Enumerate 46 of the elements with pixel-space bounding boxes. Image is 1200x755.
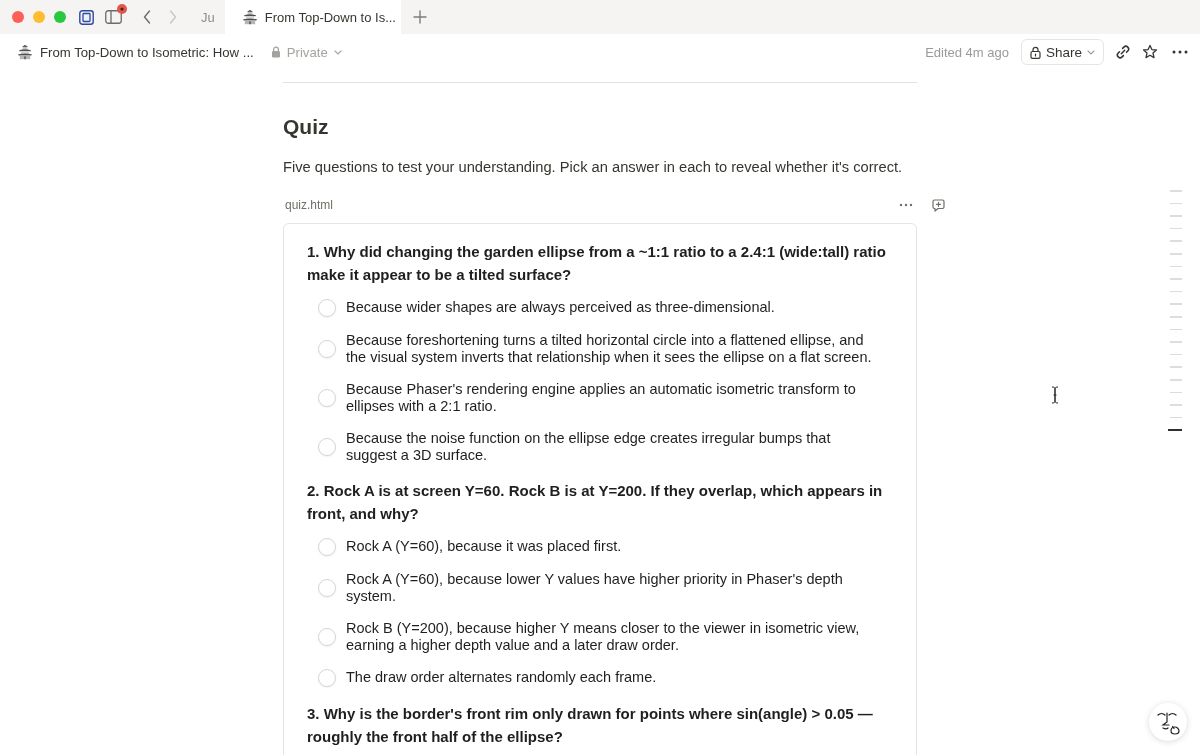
assistant-button[interactable] [1149,703,1187,741]
close-window-icon[interactable] [12,11,24,23]
add-comment-icon[interactable] [932,198,945,212]
radio-button[interactable] [318,537,336,556]
more-icon[interactable] [1172,50,1188,54]
option-text[interactable]: Rock A (Y=60), because it was placed first. [346,538,622,555]
radio-button[interactable] [318,339,336,358]
radio-button[interactable] [318,298,336,317]
intro-text: Five questions to test your understanding. Pick an answer in each to reveal whether it's correct. [283,158,904,177]
question-text: 3. Why is the border's front rim only drawn for points where sin(angle) > 0.05 — roughly the front half of the ellipse? [307,704,874,747]
sidebar-icon[interactable] [105,10,122,24]
maximize-window-icon[interactable] [54,11,66,23]
outline-mark[interactable] [1168,429,1182,432]
share-button[interactable]: Share [1020,39,1104,65]
minimize-window-icon[interactable] [33,11,45,23]
page-title[interactable]: From Top-Down to Isometric: How ... [40,44,254,60]
edited-time: Edited 4m ago [925,44,1009,60]
option-text[interactable]: Rock A (Y=60), because lower Y values have higher priority in Phaser's depth system. [346,570,874,605]
app-logo-icon[interactable] [79,9,94,25]
option-text[interactable]: Rock B (Y=200), because higher Y means closer to the viewer in isometric view, earning a higher depth value and a later draw order. [346,619,874,654]
option-text[interactable]: Because Phaser's rendering engine applies an automatic isometric transform to ellipses with a 2:1 ratio. [346,380,874,415]
option-text[interactable]: Because foreshortening turns a tilted horizontal circle into a flattened ellipse, and the visual system inverts that relationship when it sees the ellipse on a flat screen. [346,331,874,366]
option-text[interactable]: Because wider shapes are always perceived as three-dimensional. [346,299,775,316]
chevron-down-icon [333,49,342,55]
chevron-down-icon [1087,49,1095,55]
section-heading: Quiz [283,114,330,140]
text-cursor-icon [1051,386,1059,404]
question-text: 1. Why did changing the garden ellipse from a ~1:1 ratio to a 2.4:1 (wide:tall) ratio make it appear to be a tilted surface? [307,242,887,285]
back-icon[interactable] [143,10,151,24]
lock-icon [270,46,281,58]
radio-button[interactable] [318,627,336,646]
new-tab-icon[interactable] [412,10,427,24]
link-icon[interactable] [1115,44,1131,60]
radio-button[interactable] [318,668,336,687]
radio-button[interactable] [318,388,336,407]
browser-tab[interactable]: From Top-Down to Is... [224,0,401,34]
castle-icon [241,9,258,25]
question-text: 2. Rock A is at screen Y=60. Rock B is at Y=200. If they overlap, which appears in front, and why? [307,481,884,524]
radio-button[interactable] [318,578,336,597]
radio-button[interactable] [318,437,336,456]
file-name: quiz.html [285,198,334,212]
lock-icon [1029,45,1041,59]
star-icon[interactable] [1142,44,1158,60]
option-text[interactable]: Because the noise function on the ellipse edge creates irregular bumps that suggest a 3D surface. [346,429,874,464]
castle-icon [17,44,33,60]
option-text[interactable]: The draw order alternates randomly each frame. [346,669,657,686]
